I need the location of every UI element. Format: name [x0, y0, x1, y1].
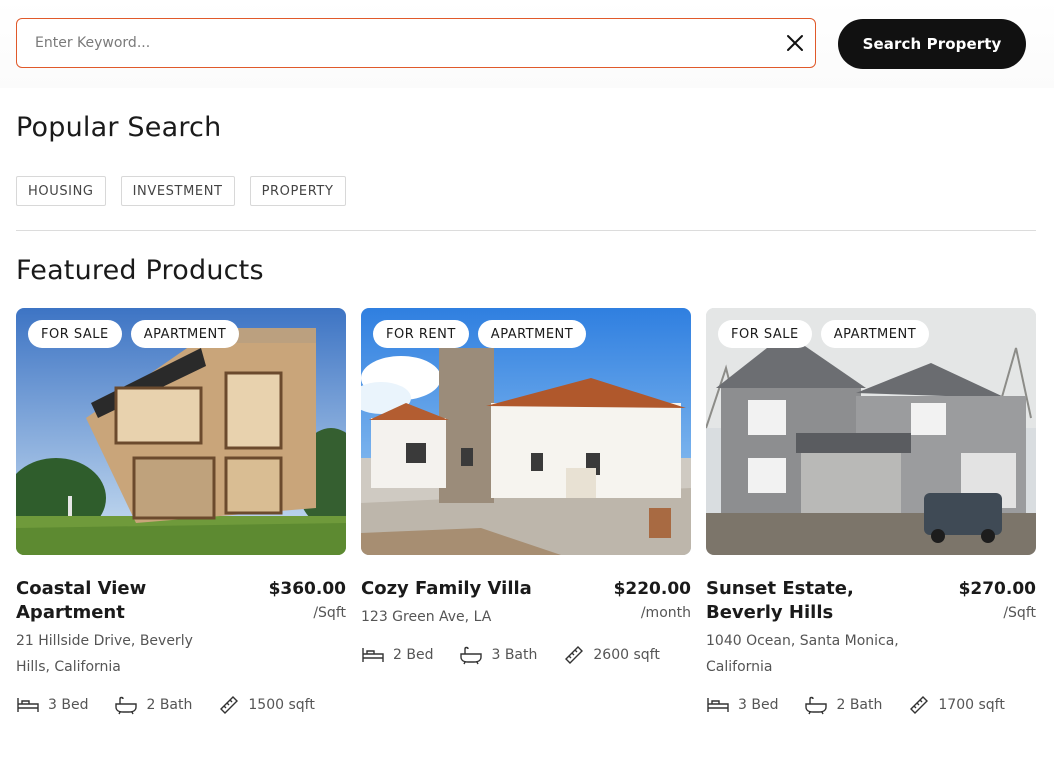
property-title[interactable]: Sunset Estate, Beverly Hills	[706, 577, 936, 625]
bed-icon	[707, 698, 729, 712]
property-photo[interactable]: FOR SALE APARTMENT	[706, 308, 1036, 555]
property-price: $270.00	[958, 579, 1036, 599]
baths-feature: 2 Bath	[804, 695, 882, 715]
tag-investment[interactable]: INVESTMENT	[120, 176, 235, 206]
price-unit: /Sqft	[313, 605, 346, 621]
property-price: $220.00	[613, 579, 691, 599]
baths-value: 3 Bath	[491, 647, 538, 663]
badges: FOR SALE APARTMENT	[718, 320, 930, 348]
search-field[interactable]	[16, 18, 816, 68]
baths-feature: 2 Bath	[114, 695, 192, 715]
property-photo[interactable]: FOR SALE APARTMENT	[16, 308, 346, 555]
badges: FOR SALE APARTMENT	[28, 320, 240, 348]
popular-tags: HOUSING INVESTMENT PROPERTY	[16, 176, 346, 206]
popular-search-title: Popular Search	[16, 112, 222, 143]
property-price: $360.00	[268, 579, 346, 599]
badges: FOR RENT APARTMENT	[373, 320, 587, 348]
type-badge: APARTMENT	[477, 320, 587, 348]
tag-property[interactable]: PROPERTY	[249, 176, 346, 206]
area-value: 1700 sqft	[938, 697, 1005, 713]
ruler-icon	[220, 696, 239, 714]
property-address: 123 Green Ave, LA	[361, 609, 492, 625]
area-value: 2600 sqft	[593, 647, 660, 663]
area-value: 1500 sqft	[248, 697, 315, 713]
bathtub-icon	[805, 696, 828, 715]
beds-value: 3 Bed	[738, 697, 779, 713]
search-input[interactable]	[35, 19, 775, 67]
price-unit: /month	[640, 605, 691, 621]
area-feature: 1500 sqft	[218, 694, 315, 716]
close-icon[interactable]	[783, 31, 807, 55]
type-badge: APARTMENT	[130, 320, 240, 348]
baths-value: 2 Bath	[836, 697, 883, 713]
property-features: 3 Bed 2 Bath 1500 sqft	[16, 694, 341, 716]
baths-value: 2 Bath	[146, 697, 193, 713]
area-feature: 2600 sqft	[563, 644, 660, 666]
bed-icon	[362, 648, 384, 662]
property-address: 1040 Ocean, Santa Monica, California	[706, 633, 899, 675]
beds-value: 3 Bed	[48, 697, 89, 713]
bathtub-icon	[460, 646, 483, 665]
search-bar: Search Property	[0, 0, 1054, 88]
featured-products-title: Featured Products	[16, 255, 264, 286]
beds-value: 2 Bed	[393, 647, 434, 663]
property-card[interactable]: FOR RENT APARTMENT Cozy Family Villa $22…	[361, 308, 691, 665]
property-features: 2 Bed 3 Bath 2600 sqft	[361, 644, 686, 666]
ruler-icon	[910, 696, 929, 714]
bathtub-icon	[115, 696, 138, 715]
beds-feature: 3 Bed	[16, 696, 88, 714]
price-unit: /Sqft	[1003, 605, 1036, 621]
property-title[interactable]: Coastal View Apartment	[16, 577, 246, 625]
search-property-button[interactable]: Search Property	[838, 19, 1026, 69]
beds-feature: 3 Bed	[706, 696, 778, 714]
property-features: 3 Bed 2 Bath 1700 sqft	[706, 694, 1031, 716]
baths-feature: 3 Bath	[459, 645, 537, 665]
status-badge: FOR SALE	[28, 320, 122, 348]
property-card[interactable]: FOR SALE APARTMENT Coastal View Apartmen…	[16, 308, 346, 715]
property-card[interactable]: FOR SALE APARTMENT Sunset Estate, Beverl…	[706, 308, 1036, 715]
area-feature: 1700 sqft	[908, 694, 1005, 716]
divider	[16, 230, 1036, 231]
beds-feature: 2 Bed	[361, 646, 433, 664]
status-badge: FOR SALE	[718, 320, 812, 348]
property-address: 21 Hillside Drive, Beverly Hills, Califo…	[16, 633, 193, 675]
bed-icon	[17, 698, 39, 712]
tag-housing[interactable]: HOUSING	[16, 176, 106, 206]
property-photo[interactable]: FOR RENT APARTMENT	[361, 308, 691, 555]
status-badge: FOR RENT	[373, 320, 469, 348]
type-badge: APARTMENT	[820, 320, 930, 348]
ruler-icon	[565, 646, 584, 664]
property-title[interactable]: Cozy Family Villa	[361, 577, 591, 601]
